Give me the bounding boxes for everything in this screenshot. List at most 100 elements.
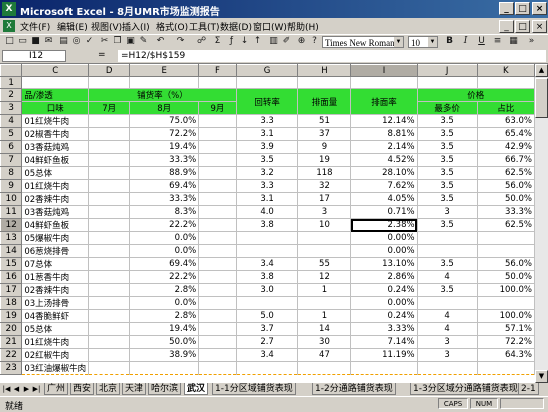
document-icon[interactable]: X [3,20,15,32]
cell-g[interactable]: 3.8 [235,270,299,284]
cell-h[interactable]: 32 [297,179,352,193]
cell[interactable] [350,76,418,89]
menu-file[interactable]: 文件(F) [20,20,50,33]
hyperlink-icon[interactable]: ☍ [196,36,207,47]
cell-i[interactable]: 8.81% [350,127,418,141]
scroll-thumb[interactable] [535,78,548,118]
cell-f[interactable] [198,140,237,154]
cell-c[interactable]: 05总体 [21,166,90,180]
cell-j[interactable]: 4 [416,270,478,284]
cell-e[interactable]: 88.9% [129,166,200,180]
cell-g[interactable]: 3.1 [235,127,299,141]
cell-j[interactable]: 3 [416,348,478,362]
cell-d[interactable] [88,140,131,154]
cell-c[interactable]: 02香辣牛肉 [21,283,90,297]
cell-k[interactable]: 66.7% [476,153,535,167]
cell-k[interactable] [476,361,535,375]
tab-1-2[interactable]: 1-2分通路铺货表现 [312,383,396,395]
chevron-down-icon[interactable]: ▼ [428,37,437,47]
cell-c[interactable]: 03香菇炖鸡 [21,205,90,219]
cell-h[interactable]: 118 [297,166,352,180]
row-header[interactable]: 10 [0,192,23,206]
cell-c[interactable]: 01红烧牛肉 [21,179,90,193]
merge-center-icon[interactable]: ▦ [508,36,519,47]
cell-j[interactable]: 3.5 [416,166,478,180]
cell-d[interactable] [88,361,131,375]
cell-f[interactable] [198,114,237,128]
cell-c[interactable]: 03上汤排骨 [21,296,90,310]
row-header[interactable]: 9 [0,179,23,193]
cell-e[interactable]: 8.3% [129,205,200,219]
tab-2-1[interactable]: 2-1 [518,383,539,395]
header-jul[interactable]: 7月 [88,101,131,115]
cell[interactable] [198,76,237,89]
paste-icon[interactable]: ▣ [125,36,136,47]
cell-f[interactable] [198,127,237,141]
cell-c[interactable]: 05爆椒牛肉 [21,231,90,245]
cell-f[interactable] [198,361,237,375]
cell[interactable] [297,76,352,89]
cell-g[interactable]: 3.1 [235,192,299,206]
cell[interactable] [129,76,200,89]
menu-tools[interactable]: 工具(T) [189,20,220,33]
vertical-scrollbar[interactable]: ▲ ▼ [535,64,548,383]
cell-i[interactable]: 0.00% [350,231,418,245]
cell-k[interactable] [476,296,535,310]
spell-icon[interactable]: ✓ [84,36,95,47]
header-puhuo[interactable]: 铺货率（%） [88,88,237,102]
cell-d[interactable] [88,335,131,349]
cell-g[interactable]: 4.0 [235,205,299,219]
cell-j[interactable] [416,231,478,245]
cell-e[interactable]: 75.0% [129,114,200,128]
col-header-c[interactable]: C [21,64,90,77]
cell-h[interactable] [297,231,352,245]
cell-c[interactable]: 01红烧牛肉 [21,335,90,349]
cell-g[interactable]: 3.8 [235,218,299,232]
cell-i[interactable]: 3.33% [350,322,418,336]
cell-j[interactable]: 4 [416,309,478,323]
minimize-button[interactable]: _ [499,2,514,15]
col-header-g[interactable]: G [235,64,299,77]
cell-d[interactable] [88,114,131,128]
cell-g[interactable] [235,231,299,245]
cell-d[interactable] [88,153,131,167]
tab-xian[interactable]: 西安 [70,383,95,395]
row-header[interactable]: 11 [0,205,23,219]
cell-d[interactable] [88,270,131,284]
cell-g[interactable]: 3.5 [235,153,299,167]
cell-e[interactable]: 19.4% [129,322,200,336]
function-icon[interactable]: ƒ [226,36,237,47]
cell[interactable] [476,76,535,89]
cell-k[interactable]: 42.9% [476,140,535,154]
cell-f[interactable] [198,218,237,232]
cell-h[interactable] [297,244,352,258]
cell-g[interactable]: 2.7 [235,335,299,349]
cell-j[interactable]: 3.5 [416,114,478,128]
first-sheet-icon[interactable]: |◀ [2,384,11,395]
cell-e[interactable]: 22.2% [129,270,200,284]
cell-e[interactable]: 69.4% [129,179,200,193]
row-header[interactable]: 1 [0,76,23,89]
format-painter-icon[interactable]: ✎ [138,36,149,47]
cell-i[interactable]: 0.24% [350,309,418,323]
cell-k[interactable]: 62.5% [476,218,535,232]
cell-f[interactable] [198,283,237,297]
copy-icon[interactable]: ❐ [112,36,123,47]
header-huizhuan[interactable]: 回转率 [235,88,299,115]
cell-i[interactable]: 13.10% [350,257,418,271]
col-header-k[interactable]: K [476,64,535,77]
cell-d[interactable] [88,205,131,219]
cell-i[interactable]: 28.10% [350,166,418,180]
cell-c[interactable]: 04鲜虾鱼板 [21,218,90,232]
cell-g[interactable]: 3.4 [235,348,299,362]
cell-c[interactable]: 03红油爆椒牛肉 [21,361,90,375]
cell-i[interactable]: 7.14% [350,335,418,349]
cell-k[interactable] [476,244,535,258]
underline-button[interactable]: U [476,36,487,47]
row-header[interactable]: 4 [0,114,23,128]
cell-j[interactable]: 3 [416,335,478,349]
cell-g[interactable] [235,361,299,375]
cell-h[interactable]: 55 [297,257,352,271]
col-header-f[interactable]: F [198,64,237,77]
cell-c[interactable]: 01葱香牛肉 [21,270,90,284]
